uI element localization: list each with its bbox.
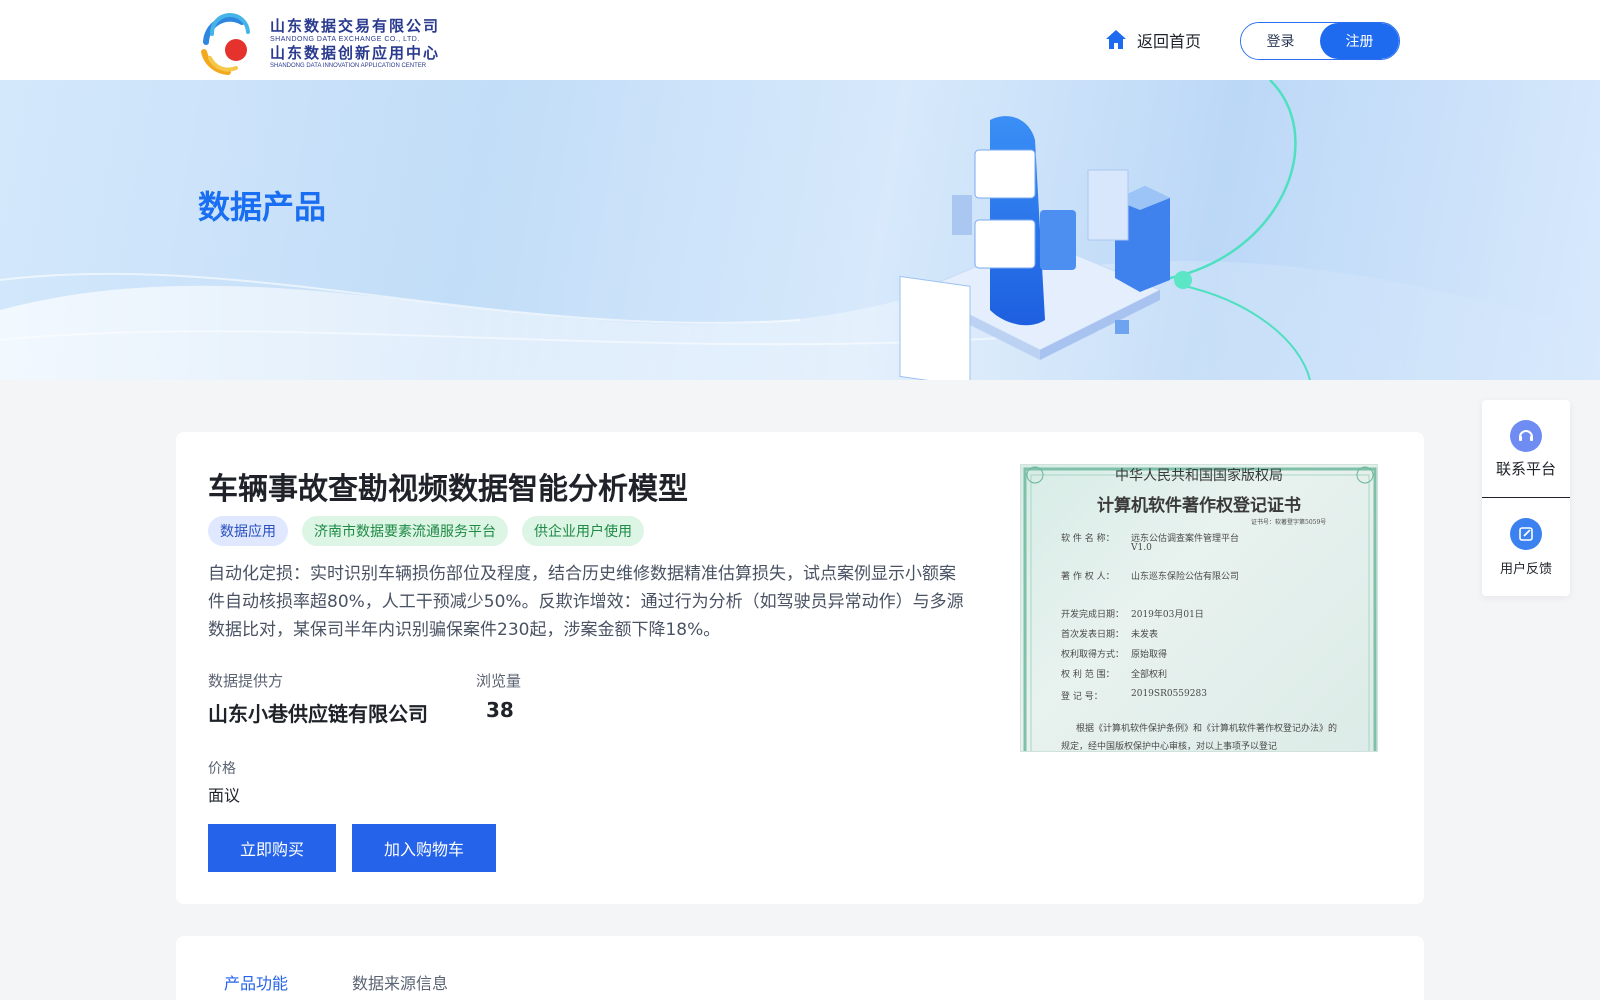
home-icon (1106, 30, 1126, 49)
back-home-link[interactable]: 返回首页 (1104, 26, 1201, 54)
cert-version: V1.0 (1131, 543, 1152, 553)
company-logo[interactable]: 山东数据交易有限公司 SHANDONG DATA EXCHANGE CO., L… (198, 12, 458, 76)
product-card: 车辆事故查勘视频数据智能分析模型 数据应用 济南市数据要素流通服务平台 供企业用… (176, 432, 1424, 904)
register-button[interactable]: 注册 (1320, 23, 1399, 59)
price-value: 面议 (208, 786, 241, 805)
cert-footer-line2: 规定，经中国版权保护中心审核，对以上事项予以登记 (1061, 742, 1278, 752)
cert-acquire: 原始取得 (1131, 650, 1168, 660)
headset-icon (1510, 420, 1542, 452)
cert-number: 证书号：软著登字第5059号 (1251, 519, 1327, 526)
provider-value: 山东小巷供应链有限公司 (208, 702, 428, 726)
tag-data-application: 数据应用 (208, 516, 288, 546)
cert-scope-label: 权 利 范 围： (1061, 670, 1115, 680)
tag-platform: 济南市数据要素流通服务平台 (302, 516, 508, 546)
product-tags: 数据应用 济南市数据要素流通服务平台 供企业用户使用 (208, 516, 644, 546)
top-header: 山东数据交易有限公司 SHANDONG DATA EXCHANGE CO., L… (0, 0, 1600, 80)
banner-title: 数据产品 (198, 188, 327, 226)
auth-buttons: 登录 注册 (1240, 22, 1400, 60)
side-divider (1482, 497, 1570, 498)
logo-cn-line1: 山东数据交易有限公司 (270, 16, 441, 35)
detail-tabs-card: 产品功能 数据来源信息 (176, 936, 1424, 1000)
views-value: 38 (486, 698, 514, 722)
product-title: 车辆事故查勘视频数据智能分析模型 (208, 472, 688, 507)
product-description: 自动化定损：实时识别车辆损伤部位及程度，结合历史维修数据精准估算损失，试点案例显… (208, 564, 964, 640)
provider-label: 数据提供方 (208, 672, 284, 690)
cert-title: 计算机软件著作权登记证书 (1097, 496, 1301, 516)
banner-illustration (0, 80, 1600, 380)
user-feedback-button[interactable]: 用户反馈 (1482, 518, 1570, 577)
page-banner: 数据产品 (0, 80, 1600, 380)
tag-enterprise-use: 供企业用户使用 (522, 516, 644, 546)
logo-cn-line2: 山东数据创新应用中心 (270, 43, 441, 62)
cert-owner: 山东巡东保险公估有限公司 (1131, 572, 1240, 582)
cert-dev-date-label: 开发完成日期： (1061, 610, 1125, 620)
cert-reg-label: 登 记 号： (1061, 692, 1103, 702)
edit-icon (1510, 518, 1542, 550)
buy-now-button[interactable]: 立即购买 (208, 824, 336, 872)
cert-owner-label: 著 作 权 人： (1061, 572, 1115, 582)
tab-product-function[interactable]: 产品功能 (224, 970, 288, 994)
login-button[interactable]: 登录 (1241, 23, 1320, 59)
logo-en-line1: SHANDONG DATA EXCHANGE CO., LTD. (270, 35, 420, 43)
views-label: 浏览量 (476, 672, 522, 690)
cert-scope: 全部权利 (1131, 670, 1168, 680)
cert-publish: 未发表 (1131, 630, 1159, 640)
cert-publish-label: 首次发表日期： (1061, 630, 1125, 640)
add-to-cart-button[interactable]: 加入购物车 (352, 824, 496, 872)
contact-platform-label: 联系平台 (1495, 460, 1556, 478)
user-feedback-label: 用户反馈 (1499, 562, 1552, 577)
contact-platform-button[interactable]: 联系平台 (1482, 420, 1570, 479)
logo-en-line2: SHANDONG DATA INNOVATION APPLICATION CEN… (270, 62, 427, 69)
cert-acquire-label: 权利取得方式： (1061, 650, 1125, 660)
back-home-label: 返回首页 (1137, 32, 1202, 51)
price-label: 价格 (208, 761, 236, 777)
cert-authority: 中华人民共和国国家版权局 (1115, 468, 1283, 484)
cert-dev-date: 2019年03月01日 (1131, 610, 1204, 620)
side-float-panel: 联系平台 用户反馈 (1482, 400, 1570, 596)
logo-mark-icon (198, 12, 262, 76)
cert-footer-line1: 根据《计算机软件保护条例》和《计算机软件著作权登记办法》的 (1076, 724, 1338, 734)
product-certificate-image[interactable]: 中华人民共和国国家版权局 计算机软件著作权登记证书 证书号：软著登字第5059号… (1020, 464, 1378, 752)
cert-reg-no: 2019SR0559283 (1131, 689, 1207, 699)
cert-software-label: 软 件 名 称： (1061, 534, 1115, 544)
tab-data-source-info[interactable]: 数据来源信息 (352, 970, 448, 994)
